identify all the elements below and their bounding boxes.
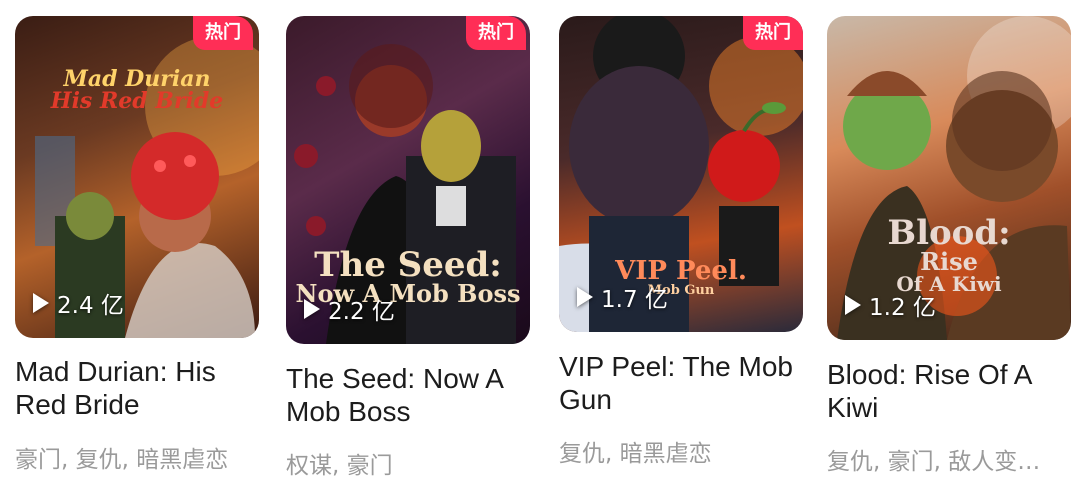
drama-poster[interactable]: The Seed: Now A Mob Boss 2.2 亿: [286, 16, 530, 344]
drama-poster[interactable]: Blood: Rise Of A Kiwi 1.2 亿: [827, 16, 1071, 340]
drama-card[interactable]: 热门 VIP Peel. Mob Gun 1.7 亿 VIP Peel: The…: [559, 0, 809, 484]
poster-title-line: Mad Durian: [63, 66, 211, 92]
view-count: 2.4 亿: [33, 286, 124, 320]
drama-tags: 复仇, 豪门, 敌人变…: [827, 449, 1041, 475]
drama-title[interactable]: VIP Peel: The Mob Gun: [559, 350, 809, 416]
poster-title-line: Rise: [920, 247, 978, 276]
hot-badge: 热门: [743, 16, 803, 50]
view-count: 1.7 亿: [577, 280, 668, 314]
play-icon: [845, 295, 861, 315]
view-count: 1.2 亿: [845, 288, 936, 322]
drama-poster[interactable]: Mad Durian His Red Bride 2.4 亿: [15, 16, 259, 338]
poster-title-line: His Red Bride: [50, 88, 224, 114]
drama-poster[interactable]: 热门 VIP Peel. Mob Gun 1.7 亿: [559, 16, 803, 332]
view-count-text: 2.2 亿: [328, 299, 395, 325]
drama-title[interactable]: Blood: Rise Of A Kiwi: [827, 358, 1077, 424]
drama-title[interactable]: The Seed: Now A Mob Boss: [286, 362, 536, 428]
drama-card[interactable]: The Seed: Now A Mob Boss 2.2 亿 The Seed:…: [286, 0, 536, 484]
drama-tags: 权谋, 豪门: [286, 453, 393, 479]
poster-title: Mad Durian His Red Bride: [15, 68, 259, 112]
drama-tags: 复仇, 暗黑虐恋: [559, 441, 712, 467]
drama-title[interactable]: Mad Durian: His Red Bride: [15, 355, 265, 421]
drama-tags: 豪门, 复仇, 暗黑虐恋: [15, 447, 229, 473]
drama-card[interactable]: Blood: Rise Of A Kiwi 1.2 亿 Blood: Rise …: [827, 0, 1077, 484]
hot-badge: 热门: [193, 16, 253, 50]
play-icon: [304, 299, 320, 319]
poster-title-line: The Seed:: [314, 245, 502, 285]
view-count: 2.2 亿: [304, 292, 395, 326]
view-count-text: 1.2 亿: [869, 295, 936, 321]
play-icon: [33, 293, 49, 313]
play-icon: [577, 287, 593, 307]
poster-title-line: Blood:: [887, 213, 1011, 253]
poster-title: Blood: Rise Of A Kiwi: [827, 216, 1071, 294]
view-count-text: 1.7 亿: [601, 287, 668, 313]
hot-badge: 热门: [466, 16, 526, 50]
drama-card[interactable]: Mad Durian His Red Bride 2.4 亿 Mad Duria…: [15, 0, 265, 484]
view-count-text: 2.4 亿: [57, 293, 124, 319]
